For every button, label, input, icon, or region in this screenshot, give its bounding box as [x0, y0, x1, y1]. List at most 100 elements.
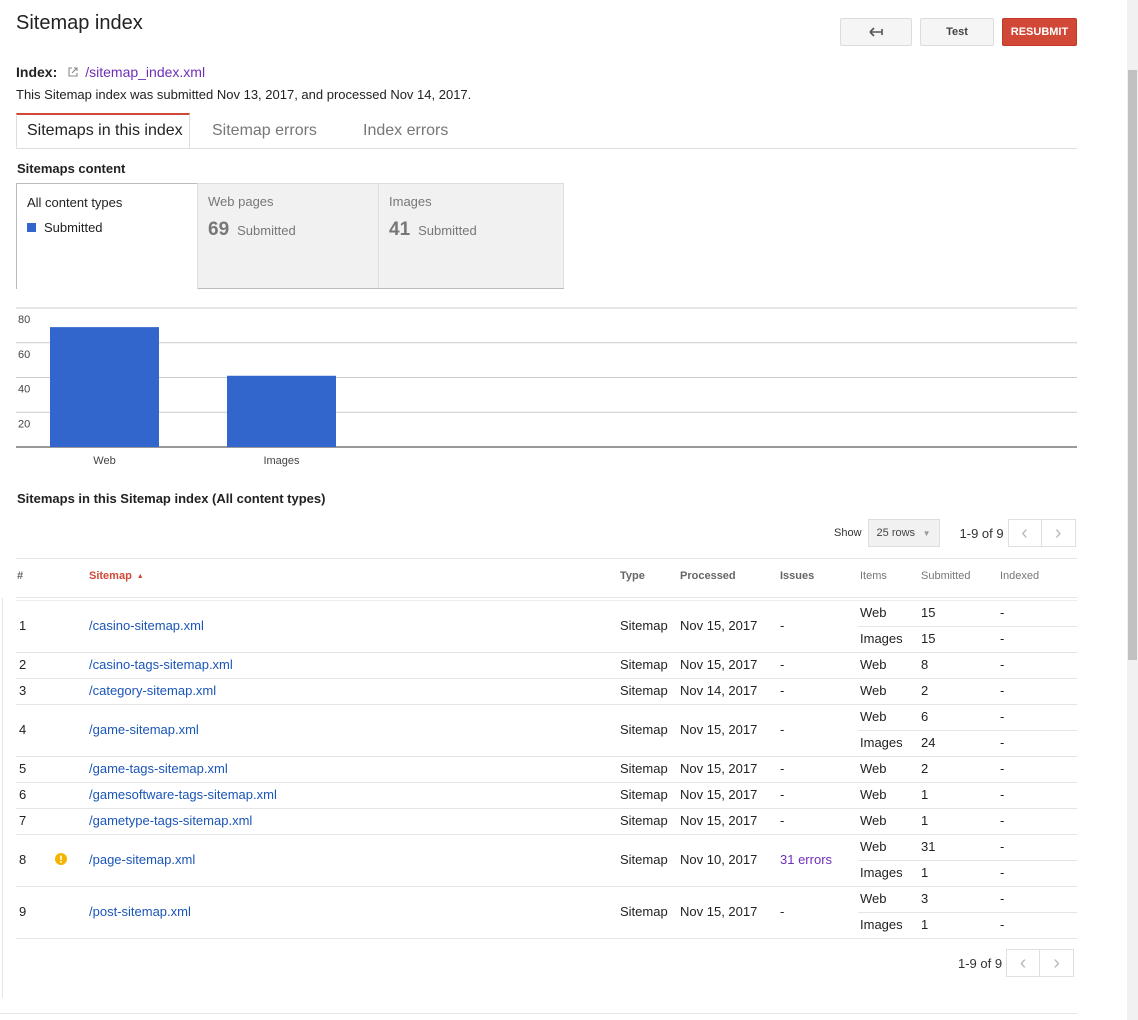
- card-web-pages[interactable]: Web pages 69 Submitted: [197, 183, 379, 289]
- submitted-bar-chart: Web Images 20 40 60 80: [16, 307, 1077, 467]
- tab-bar: Sitemaps in this index Sitemap errors In…: [16, 113, 1077, 149]
- bar-web[interactable]: [50, 327, 159, 447]
- col-header-type: Type: [620, 570, 645, 582]
- col-header-processed: Processed: [680, 570, 736, 582]
- scrollbar-thumb[interactable]: [1128, 70, 1137, 660]
- sitemap-link[interactable]: /game-tags-sitemap.xml: [89, 761, 228, 776]
- item-indexed: -: [1000, 761, 1005, 776]
- bar-images[interactable]: [227, 375, 336, 447]
- card-count: 41: [389, 219, 411, 240]
- vertical-scrollbar[interactable]: [1127, 0, 1138, 1020]
- item-submitted: 31: [921, 839, 936, 854]
- prev-page-button[interactable]: ‹: [1007, 519, 1042, 547]
- sitemap-type: Sitemap: [620, 852, 668, 867]
- sitemap-link[interactable]: /game-sitemap.xml: [89, 722, 199, 737]
- prev-page-button[interactable]: ‹: [1006, 949, 1041, 977]
- col-header-num: #: [17, 570, 24, 582]
- item-indexed: -: [1000, 891, 1005, 906]
- item-type: Web: [860, 813, 887, 828]
- item-submitted: 24: [921, 735, 936, 750]
- index-summary: This Sitemap index was submitted Nov 13,…: [16, 87, 472, 102]
- header-bottom-border-2: [16, 600, 1077, 601]
- sitemap-type: Sitemap: [620, 904, 668, 919]
- item-submitted: 1: [921, 917, 929, 932]
- sitemap-link[interactable]: /casino-sitemap.xml: [89, 618, 204, 633]
- test-button[interactable]: Test: [920, 18, 994, 46]
- rows-per-page-select[interactable]: 25 rows ▼: [867, 519, 940, 547]
- item-submitted: 6: [921, 709, 929, 724]
- index-line: Index: /sitemap_index.xml: [16, 64, 205, 80]
- col-header-items: Items: [860, 570, 887, 582]
- tab-sitemaps-in-index[interactable]: Sitemaps in this index: [16, 113, 190, 148]
- issues-value: -: [780, 813, 785, 828]
- item-submitted: 2: [921, 761, 929, 776]
- item-indexed: -: [1000, 813, 1005, 828]
- sitemap-type: Sitemap: [620, 787, 668, 802]
- sitemap-type: Sitemap: [620, 761, 668, 776]
- sitemap-link[interactable]: /gametype-tags-sitemap.xml: [89, 813, 252, 828]
- processed-date: Nov 15, 2017: [680, 657, 758, 672]
- sitemap-link[interactable]: /page-sitemap.xml: [89, 852, 195, 867]
- item-indexed: -: [1000, 605, 1005, 620]
- processed-date: Nov 15, 2017: [680, 618, 758, 633]
- page-bottom-divider: [0, 1013, 1077, 1014]
- item-type: Images: [860, 865, 903, 880]
- sitemap-link[interactable]: /category-sitemap.xml: [89, 683, 216, 698]
- item-type: Images: [860, 631, 903, 646]
- item-indexed: -: [1000, 839, 1005, 854]
- index-link[interactable]: /sitemap_index.xml: [85, 64, 205, 80]
- tab-index-errors[interactable]: Index errors: [363, 113, 448, 148]
- x-tick-label: Web: [93, 455, 115, 467]
- row-number: 6: [19, 787, 27, 802]
- card-title: Web pages: [208, 194, 274, 209]
- col-header-sitemap[interactable]: Sitemap ▲: [89, 570, 144, 582]
- rows-per-page-value: 25 rows: [876, 527, 916, 539]
- item-type: Web: [860, 891, 887, 906]
- item-type: Web: [860, 605, 887, 620]
- row-number: 2: [19, 657, 27, 672]
- legend-swatch: [27, 223, 36, 232]
- sitemap-type: Sitemap: [620, 657, 668, 672]
- card-title: All content types: [27, 195, 123, 210]
- item-submitted: 1: [921, 787, 929, 802]
- y-tick-label: 40: [18, 384, 30, 396]
- card-count-label: Submitted: [237, 223, 296, 238]
- card-title: Images: [389, 194, 432, 209]
- sitemap-link[interactable]: /casino-tags-sitemap.xml: [89, 657, 233, 672]
- processed-date: Nov 15, 2017: [680, 904, 758, 919]
- processed-date: Nov 10, 2017: [680, 852, 758, 867]
- tab-sitemap-errors[interactable]: Sitemap errors: [212, 113, 317, 148]
- issues-value: -: [780, 683, 785, 698]
- next-page-button[interactable]: ›: [1040, 949, 1075, 977]
- issues-link[interactable]: 31 errors: [780, 852, 832, 867]
- item-submitted: 15: [921, 631, 936, 646]
- issues-value: -: [780, 904, 785, 919]
- external-link-icon[interactable]: [67, 66, 79, 78]
- sitemap-link[interactable]: /post-sitemap.xml: [89, 904, 191, 919]
- card-all-content-types[interactable]: All content types Submitted: [16, 183, 198, 289]
- sitemap-type: Sitemap: [620, 618, 668, 633]
- sitemap-link[interactable]: /gamesoftware-tags-sitemap.xml: [89, 787, 277, 802]
- row-number: 8: [19, 852, 27, 867]
- warning-icon: [55, 853, 67, 868]
- row-divider: [16, 808, 1077, 809]
- row-divider: [16, 886, 1077, 887]
- issues-value: -: [780, 787, 785, 802]
- sitemaps-content-title: Sitemaps content: [17, 161, 126, 176]
- next-page-button[interactable]: ›: [1041, 519, 1076, 547]
- processed-date: Nov 15, 2017: [680, 761, 758, 776]
- issues-value: -: [780, 657, 785, 672]
- card-images[interactable]: Images 41 Submitted: [378, 183, 564, 289]
- y-tick-label: 20: [18, 418, 30, 430]
- item-indexed: -: [1000, 917, 1005, 932]
- back-arrow-icon: [869, 27, 883, 37]
- issues-value: -: [780, 618, 785, 633]
- back-button[interactable]: [840, 18, 912, 46]
- row-number: 5: [19, 761, 27, 776]
- row-divider: [16, 834, 1077, 835]
- processed-date: Nov 14, 2017: [680, 683, 758, 698]
- col-header-sitemap-label: Sitemap: [89, 570, 132, 582]
- resubmit-button[interactable]: RESUBMIT: [1002, 18, 1077, 46]
- item-type: Web: [860, 683, 887, 698]
- item-indexed: -: [1000, 865, 1005, 880]
